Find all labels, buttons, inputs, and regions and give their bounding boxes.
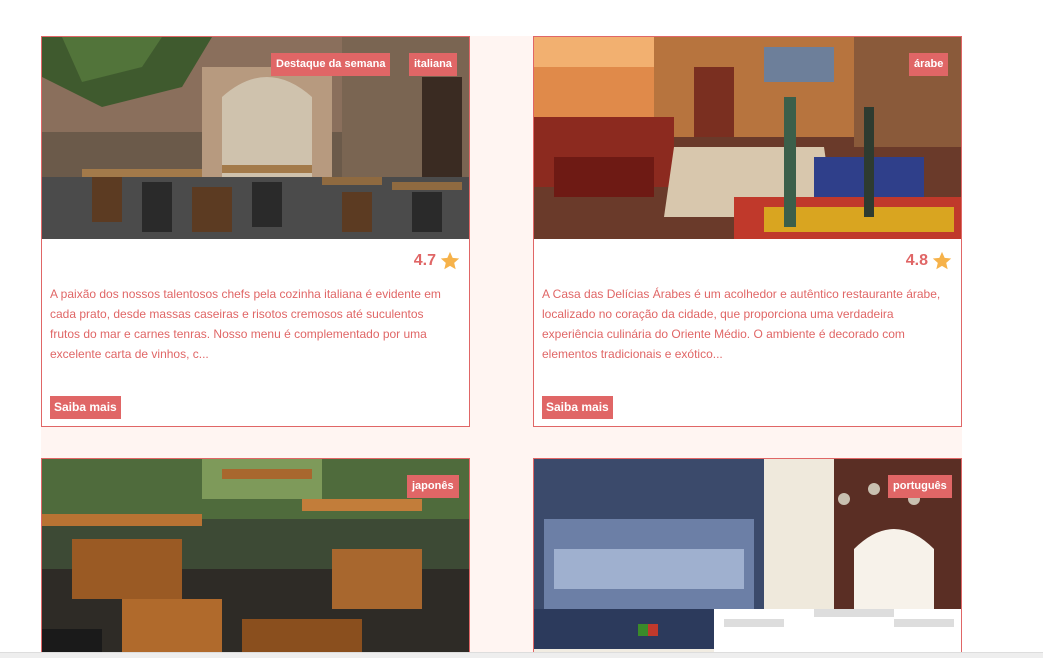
restaurant-photo[interactable] [42, 37, 469, 239]
restaurant-card-portugues: português [533, 458, 962, 657]
rating-value: 4.8 [905, 252, 928, 269]
restaurant-description: A paixão dos nossos talentosos chefs pel… [50, 287, 441, 361]
restaurant-card-japones: japonês [41, 458, 470, 657]
rating: 4.8 [906, 249, 953, 273]
restaurant-photo[interactable] [42, 459, 469, 656]
restaurant-description: A Casa das Delícias Árabes é um acolhedo… [542, 287, 941, 361]
saiba-mais-button[interactable]: Saiba mais [50, 396, 121, 419]
restaurant-photo[interactable] [534, 37, 961, 239]
cuisine-badge: italiana [409, 53, 457, 76]
star-icon [439, 250, 461, 272]
rating: 4.7 [414, 249, 461, 273]
restaurant-card-arabe: árabe 4.8 A Casa das Delícias Árabes é u… [533, 36, 962, 427]
restaurant-card-italiana: Destaque da semana italiana 4.7 A paixão… [41, 36, 470, 427]
page-bottom-edge [0, 652, 1043, 658]
rating-value: 4.7 [413, 252, 436, 269]
featured-badge: Destaque da semana [271, 53, 391, 76]
saiba-mais-button[interactable]: Saiba mais [542, 396, 613, 419]
cuisine-badge: árabe [909, 53, 949, 76]
star-icon [931, 250, 953, 272]
cuisine-badge: japonês [407, 475, 459, 498]
cuisine-badge: português [888, 475, 952, 498]
